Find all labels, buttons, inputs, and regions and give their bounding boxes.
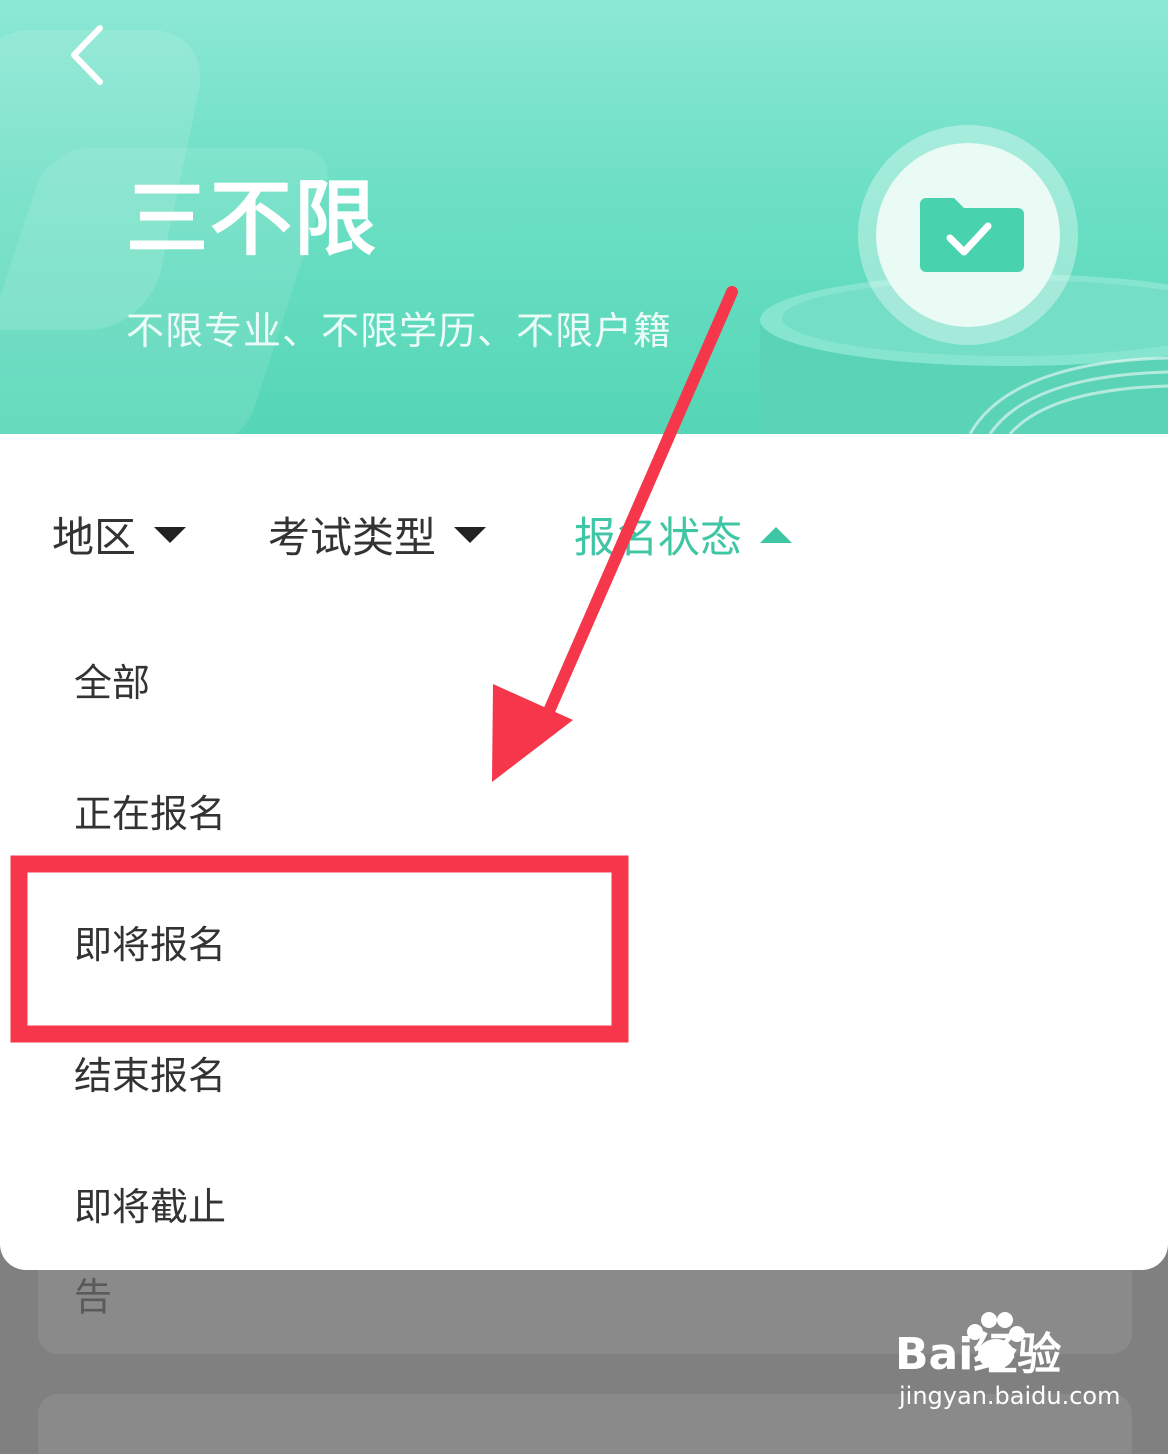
filter-panel: 地区 考试类型 报名状态 全部 正在报名 即将报名 结束报名 即将截止: [0, 434, 1168, 1270]
chevron-left-icon[interactable]: [62, 22, 114, 88]
dropdown-option-all[interactable]: 全部: [0, 614, 1168, 744]
caret-down-icon: [154, 526, 187, 543]
filter-label: 考试类型: [268, 513, 437, 562]
list-card-text: 告: [74, 1275, 113, 1319]
filter-bar: 地区 考试类型 报名状态: [0, 434, 1168, 624]
folder-check-icon: [920, 198, 1024, 272]
dropdown-option-registering[interactable]: 正在报名: [0, 745, 1168, 875]
header-banner: 三不限 不限专业、不限学历、不限户籍: [0, 0, 1168, 434]
baidu-watermark: Bai经验 jingyan.baidu.com: [895, 1310, 1145, 1420]
filter-label: 地区: [52, 513, 137, 562]
filter-registration-status[interactable]: 报名状态: [574, 504, 793, 565]
filter-region[interactable]: 地区: [52, 504, 187, 565]
filter-exam-type[interactable]: 考试类型: [268, 504, 487, 565]
folder-check-illustration: [760, 125, 1168, 434]
caret-down-icon: [454, 526, 487, 543]
dropdown-option-ended[interactable]: 结束报名: [0, 1007, 1168, 1137]
dropdown-option-closing-soon[interactable]: 即将截止: [0, 1138, 1168, 1268]
page-subtitle: 不限专业、不限学历、不限户籍: [126, 309, 673, 353]
filter-label: 报名状态: [574, 513, 743, 562]
caret-up-icon: [760, 526, 793, 543]
watermark-brand: Bai经验: [895, 1329, 1062, 1380]
page-title: 三不限: [126, 172, 379, 267]
watermark-url: jingyan.baidu.com: [899, 1382, 1121, 1410]
dropdown-option-upcoming[interactable]: 即将报名: [0, 876, 1168, 1006]
